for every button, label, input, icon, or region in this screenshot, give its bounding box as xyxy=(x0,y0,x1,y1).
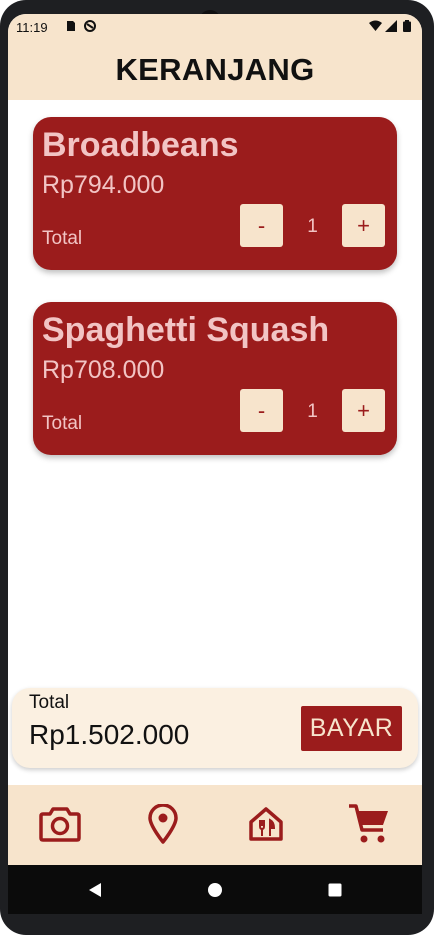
location-pin-icon xyxy=(147,802,179,849)
app-bar: KERANJANG xyxy=(8,40,422,100)
decrease-quantity-button[interactable]: - xyxy=(240,389,283,432)
app-screen: 11:19 KERANJANG Broadbeans Rp794.000 Tot… xyxy=(8,14,422,914)
increase-quantity-button[interactable]: + xyxy=(342,204,385,247)
signal-icon xyxy=(385,20,397,32)
cart-list: Broadbeans Rp794.000 Total - 1 + Spaghet… xyxy=(8,100,422,684)
cart-item-card: Spaghetti Squash Rp708.000 Total - 1 + xyxy=(33,302,397,455)
item-total-label: Total xyxy=(42,413,83,434)
nav-restaurant[interactable] xyxy=(243,803,289,849)
product-price: Rp794.000 xyxy=(42,171,165,199)
camera-icon xyxy=(39,806,81,847)
system-navigation-bar xyxy=(8,865,422,914)
phone-frame: 11:19 KERANJANG Broadbeans Rp794.000 Tot… xyxy=(0,0,434,935)
nav-location[interactable] xyxy=(140,802,186,849)
status-time: 11:19 xyxy=(16,20,48,35)
grand-total-value: Rp1.502.000 xyxy=(29,719,190,750)
cart-item-card: Broadbeans Rp794.000 Total - 1 + xyxy=(33,117,397,270)
page-title: KERANJANG xyxy=(115,52,315,87)
decrease-quantity-button[interactable]: - xyxy=(240,204,283,247)
quantity-value: 1 xyxy=(307,401,318,422)
bottom-navigation xyxy=(8,785,422,865)
restaurant-icon xyxy=(248,806,284,847)
item-total-label: Total xyxy=(42,228,83,249)
recents-icon[interactable] xyxy=(325,880,345,900)
nav-cart[interactable] xyxy=(346,803,392,849)
status-bar: 11:19 xyxy=(8,14,422,40)
do-not-disturb-icon xyxy=(84,20,96,32)
nav-camera[interactable] xyxy=(37,803,83,849)
checkout-bar: Total Rp1.502.000 BAYAR xyxy=(12,688,418,768)
battery-icon xyxy=(403,20,415,32)
grand-total-label: Total xyxy=(29,692,70,713)
wifi-icon xyxy=(369,20,382,32)
product-name: Broadbeans xyxy=(42,126,239,164)
pay-button[interactable]: BAYAR xyxy=(301,706,402,751)
increase-quantity-button[interactable]: + xyxy=(342,389,385,432)
cart-icon xyxy=(348,803,390,850)
product-name: Spaghetti Squash xyxy=(42,311,330,349)
back-icon[interactable] xyxy=(85,880,105,900)
home-icon[interactable] xyxy=(205,880,225,900)
product-price: Rp708.000 xyxy=(42,356,165,384)
sd-card-icon xyxy=(65,20,77,32)
quantity-value: 1 xyxy=(307,216,318,237)
